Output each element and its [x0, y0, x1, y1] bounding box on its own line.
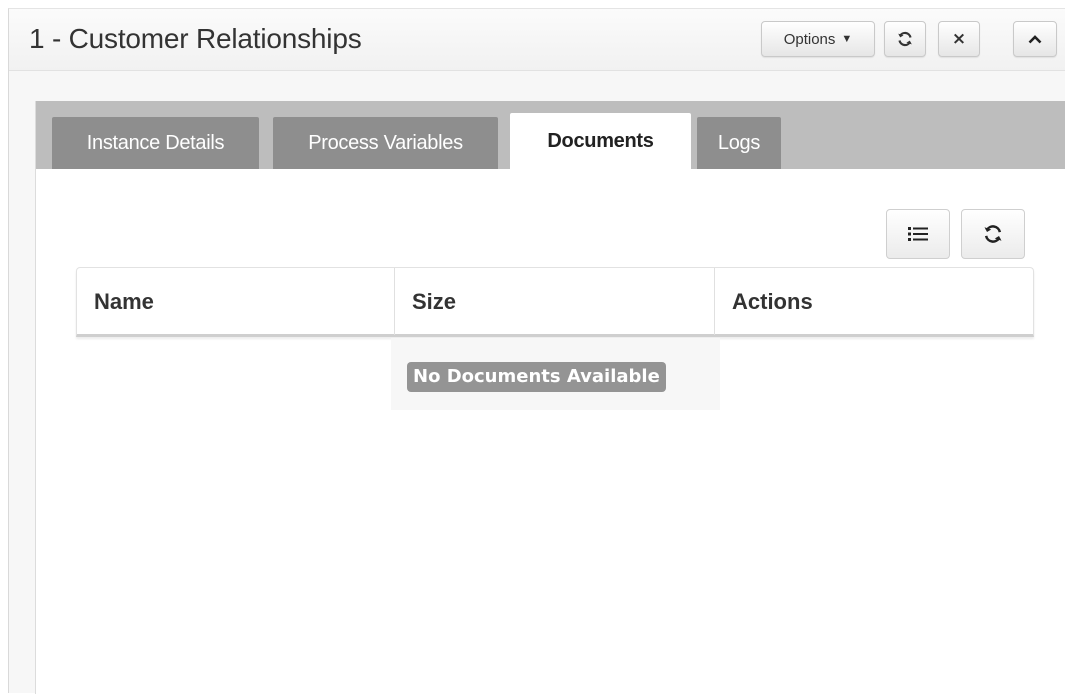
list-icon: [908, 227, 928, 241]
refresh-icon: [984, 225, 1002, 243]
column-list-button[interactable]: [886, 209, 950, 259]
column-header-name[interactable]: Name: [77, 268, 395, 335]
close-button[interactable]: ×: [938, 21, 980, 57]
collapse-button[interactable]: [1013, 21, 1057, 57]
options-button[interactable]: Options ▼: [761, 21, 875, 57]
refresh-icon: [898, 31, 912, 47]
documents-table: Name Size Actions No Documents Available: [76, 267, 1034, 410]
window-header: 1 - Customer Relationships Options ▼ ×: [9, 9, 1065, 71]
page-title: 1 - Customer Relationships: [29, 23, 362, 54]
caret-down-icon: ▼: [841, 33, 853, 45]
empty-state-badge: No Documents Available: [407, 362, 666, 392]
instance-panel: Instance Details Process Variables Docum…: [35, 101, 1065, 694]
chevron-up-icon: [1028, 35, 1042, 44]
column-header-size[interactable]: Size: [395, 268, 715, 335]
empty-table-cell: No Documents Available: [391, 338, 720, 410]
tab-logs[interactable]: Logs: [697, 117, 781, 169]
close-icon: ×: [951, 29, 967, 49]
table-header: Name Size Actions: [76, 267, 1034, 337]
tab-instance-details[interactable]: Instance Details: [52, 117, 259, 169]
tab-bar: Instance Details Process Variables Docum…: [36, 101, 1065, 170]
refresh-button[interactable]: [884, 21, 926, 57]
process-instance-window: 1 - Customer Relationships Options ▼ × I…: [8, 8, 1065, 694]
tab-documents[interactable]: Documents: [510, 113, 691, 170]
tab-process-variables[interactable]: Process Variables: [273, 117, 498, 169]
options-label: Options: [783, 30, 836, 48]
table-refresh-button[interactable]: [961, 209, 1025, 259]
column-header-actions[interactable]: Actions: [715, 268, 1033, 335]
